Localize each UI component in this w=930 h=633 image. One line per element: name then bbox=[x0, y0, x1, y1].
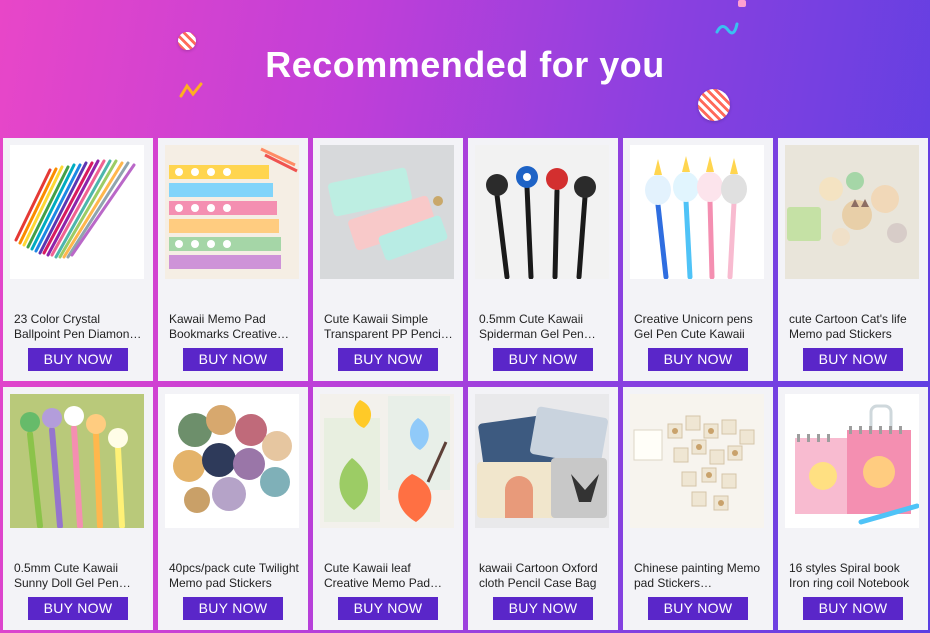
buy-now-button[interactable]: BUY NOW bbox=[648, 348, 748, 371]
buy-now-button[interactable]: BUY NOW bbox=[28, 597, 128, 620]
product-card[interactable]: 40pcs/pack cute Twilight Memo pad Sticke… bbox=[158, 387, 308, 630]
product-card[interactable]: Cute Kawaii leaf Creative Memo Pad Stick… bbox=[313, 387, 463, 630]
buy-now-button[interactable]: BUY NOW bbox=[28, 348, 128, 371]
buy-now-button[interactable]: BUY NOW bbox=[338, 348, 438, 371]
superhero-gel-pens-image bbox=[475, 145, 609, 279]
product-image[interactable] bbox=[785, 145, 919, 279]
oxford-pencil-cases-image bbox=[475, 394, 609, 528]
unicorn-pens-image bbox=[630, 145, 764, 279]
buy-now-button[interactable]: BUY NOW bbox=[803, 597, 903, 620]
product-title[interactable]: 40pcs/pack cute Twilight Memo pad Sticke… bbox=[169, 561, 300, 591]
product-card[interactable]: 23 Color Crystal Ballpoint Pen Diamond S… bbox=[3, 138, 153, 381]
buy-now-button[interactable]: BUY NOW bbox=[338, 597, 438, 620]
banner-title: Recommended for you bbox=[265, 44, 665, 85]
product-image[interactable] bbox=[165, 145, 299, 279]
product-card[interactable]: kawaii Cartoon Oxford cloth Pencil Case … bbox=[468, 387, 618, 630]
product-image[interactable] bbox=[165, 394, 299, 528]
buy-now-button[interactable]: BUY NOW bbox=[183, 348, 283, 371]
product-image[interactable] bbox=[320, 394, 454, 528]
buy-now-button[interactable]: BUY NOW bbox=[648, 597, 748, 620]
chinese-painting-stickers-image bbox=[630, 394, 764, 528]
striped-ball-decoration bbox=[698, 89, 730, 121]
product-card[interactable]: Kawaii Memo Pad Bookmarks Creative Stick… bbox=[158, 138, 308, 381]
product-image[interactable] bbox=[475, 145, 609, 279]
product-title[interactable]: Chinese painting Memo pad Stickers Scrap… bbox=[634, 561, 765, 591]
pastel-pencil-cases-image bbox=[320, 145, 454, 279]
product-card[interactable]: cute Cartoon Cat's life Memo pad Sticker… bbox=[778, 138, 928, 381]
product-image[interactable] bbox=[10, 394, 144, 528]
buy-now-button[interactable]: BUY NOW bbox=[493, 348, 593, 371]
product-title[interactable]: kawaii Cartoon Oxford cloth Pencil Case … bbox=[479, 561, 610, 591]
spiral-notebooks-image bbox=[785, 394, 919, 528]
product-image[interactable] bbox=[785, 394, 919, 528]
buy-now-button[interactable]: BUY NOW bbox=[183, 597, 283, 620]
sunny-doll-pens-image bbox=[10, 394, 144, 528]
confetti-decoration bbox=[738, 0, 746, 7]
product-card[interactable]: 0.5mm Cute Kawaii Sunny Doll Gel Pen Cre… bbox=[3, 387, 153, 630]
streamer-decoration bbox=[715, 22, 739, 35]
product-title[interactable]: 16 styles Spiral book Iron ring coil Not… bbox=[789, 561, 920, 591]
product-title[interactable]: Cute Kawaii leaf Creative Memo Pad Stick… bbox=[324, 561, 455, 591]
product-card[interactable]: Creative Unicorn pens Gel Pen Cute Kawai… bbox=[623, 138, 773, 381]
product-card[interactable]: 16 styles Spiral book Iron ring coil Not… bbox=[778, 387, 928, 630]
product-title[interactable]: Creative Unicorn pens Gel Pen Cute Kawai… bbox=[634, 312, 765, 342]
leaf-memo-pads-image bbox=[320, 394, 454, 528]
product-title[interactable]: 23 Color Crystal Ballpoint Pen Diamond S… bbox=[14, 312, 145, 342]
product-title[interactable]: 0.5mm Cute Kawaii Spiderman Gel Pen Supe… bbox=[479, 312, 610, 342]
recommend-banner: Recommended for you bbox=[0, 0, 930, 138]
product-image[interactable] bbox=[10, 145, 144, 279]
product-card[interactable]: 0.5mm Cute Kawaii Spiderman Gel Pen Supe… bbox=[468, 138, 618, 381]
product-grid: 23 Color Crystal Ballpoint Pen Diamond S… bbox=[0, 138, 930, 633]
colorful-pens-image bbox=[10, 145, 144, 279]
product-title[interactable]: Kawaii Memo Pad Bookmarks Creative Stick… bbox=[169, 312, 300, 342]
twilight-stickers-image bbox=[165, 394, 299, 528]
product-image[interactable] bbox=[475, 394, 609, 528]
product-image[interactable] bbox=[320, 145, 454, 279]
product-title[interactable]: 0.5mm Cute Kawaii Sunny Doll Gel Pen Cre… bbox=[14, 561, 145, 591]
product-card[interactable]: Cute Kawaii Simple Transparent PP Pencil… bbox=[313, 138, 463, 381]
product-card[interactable]: Chinese painting Memo pad Stickers Scrap… bbox=[623, 387, 773, 630]
buy-now-button[interactable]: BUY NOW bbox=[493, 597, 593, 620]
cat-memo-pad-image bbox=[785, 145, 919, 279]
product-title[interactable]: Cute Kawaii Simple Transparent PP Pencil… bbox=[324, 312, 455, 342]
product-image[interactable] bbox=[630, 145, 764, 279]
sticky-note-bookmarks-image bbox=[165, 145, 299, 279]
buy-now-button[interactable]: BUY NOW bbox=[803, 348, 903, 371]
product-image[interactable] bbox=[630, 394, 764, 528]
product-title[interactable]: cute Cartoon Cat's life Memo pad Sticker… bbox=[789, 312, 920, 342]
